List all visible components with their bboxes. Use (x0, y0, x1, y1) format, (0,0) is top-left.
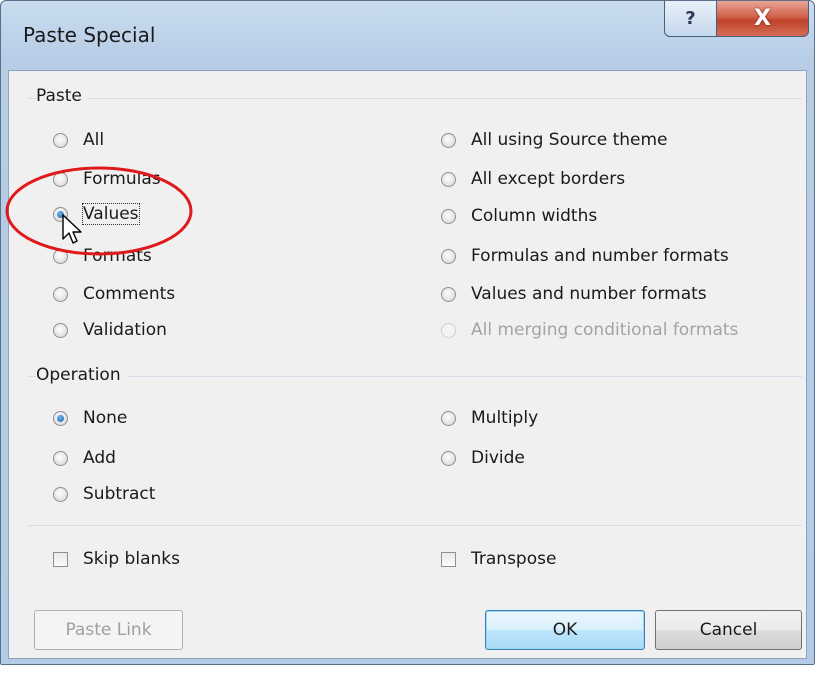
radio-all[interactable]: All (53, 128, 104, 152)
close-button[interactable]: X (716, 1, 809, 37)
radio-values-indicator[interactable] (53, 206, 68, 222)
radio-add-label: Add (83, 448, 116, 468)
radio-divide[interactable]: Divide (441, 446, 525, 470)
radio-all-using-source-theme[interactable]: All using Source theme (441, 128, 668, 152)
skip-blanks-checkbox-box[interactable] (53, 551, 68, 567)
radio-subtract-indicator[interactable] (53, 486, 68, 502)
radio-none-indicator[interactable] (53, 410, 68, 426)
radio-all-merging-conditional-formats-indicator (441, 322, 456, 338)
transpose-label: Transpose (471, 549, 557, 569)
transpose-checkbox[interactable]: Transpose (441, 547, 556, 571)
ok-button[interactable]: OK (485, 610, 645, 650)
radio-all-except-borders-indicator[interactable] (441, 171, 456, 187)
radio-formats[interactable]: Formats (53, 244, 152, 268)
radio-values-and-number-formats-label: Values and number formats (471, 284, 707, 304)
paste-group-divider (28, 98, 802, 99)
cancel-button[interactable]: Cancel (655, 610, 802, 650)
radio-formulas-label: Formulas (83, 169, 161, 189)
radio-all-indicator[interactable] (53, 132, 68, 148)
radio-values-label: Values (82, 203, 140, 225)
radio-subtract[interactable]: Subtract (53, 482, 155, 506)
radio-multiply-indicator[interactable] (441, 410, 456, 426)
operation-group-divider (28, 376, 802, 377)
radio-validation[interactable]: Validation (53, 318, 167, 342)
transpose-checkbox-box[interactable] (441, 551, 456, 567)
skip-blanks-checkbox[interactable]: Skip blanks (53, 547, 180, 571)
radio-divide-label: Divide (471, 448, 525, 468)
radio-formulas[interactable]: Formulas (53, 167, 161, 191)
radio-all-merging-conditional-formats-label: All merging conditional formats (471, 320, 739, 340)
radio-column-widths-label: Column widths (471, 206, 598, 226)
radio-formulas-indicator[interactable] (53, 171, 68, 187)
radio-multiply-label: Multiply (471, 408, 539, 428)
radio-all-using-source-theme-indicator[interactable] (441, 132, 456, 148)
radio-values-and-number-formats[interactable]: Values and number formats (441, 282, 707, 306)
radio-values-and-number-formats-indicator[interactable] (441, 286, 456, 302)
radio-all-label: All (83, 130, 105, 150)
radio-all-except-borders[interactable]: All except borders (441, 167, 625, 191)
radio-divide-indicator[interactable] (441, 450, 456, 466)
radio-subtract-label: Subtract (83, 484, 156, 504)
radio-formulas-and-number-formats[interactable]: Formulas and number formats (441, 244, 729, 268)
radio-all-except-borders-label: All except borders (471, 169, 626, 189)
paste-group-label: Paste (36, 86, 88, 106)
radio-all-merging-conditional-formats: All merging conditional formats (441, 318, 738, 342)
radio-column-widths[interactable]: Column widths (441, 204, 597, 228)
dialog-title: Paste Special (23, 23, 156, 47)
paste-link-button[interactable]: Paste Link (34, 610, 183, 650)
radio-all-using-source-theme-label: All using Source theme (471, 130, 668, 150)
radio-comments-indicator[interactable] (53, 286, 68, 302)
radio-validation-label: Validation (83, 320, 167, 340)
radio-comments-label: Comments (83, 284, 176, 304)
radio-none[interactable]: None (53, 406, 127, 430)
radio-add[interactable]: Add (53, 446, 116, 470)
operation-group-label: Operation (36, 365, 127, 385)
radio-none-label: None (83, 408, 128, 428)
skip-blanks-label: Skip blanks (83, 549, 180, 569)
radio-multiply[interactable]: Multiply (441, 406, 538, 430)
radio-comments[interactable]: Comments (53, 282, 175, 306)
radio-validation-indicator[interactable] (53, 322, 68, 338)
checkbox-separator (28, 525, 802, 526)
radio-formats-indicator[interactable] (53, 248, 68, 264)
radio-formulas-and-number-formats-label: Formulas and number formats (471, 246, 729, 266)
radio-values[interactable]: Values (53, 202, 140, 226)
radio-add-indicator[interactable] (53, 450, 68, 466)
radio-column-widths-indicator[interactable] (441, 208, 456, 224)
radio-formats-label: Formats (83, 246, 152, 266)
help-button[interactable]: ? (664, 1, 717, 37)
radio-formulas-and-number-formats-indicator[interactable] (441, 248, 456, 264)
